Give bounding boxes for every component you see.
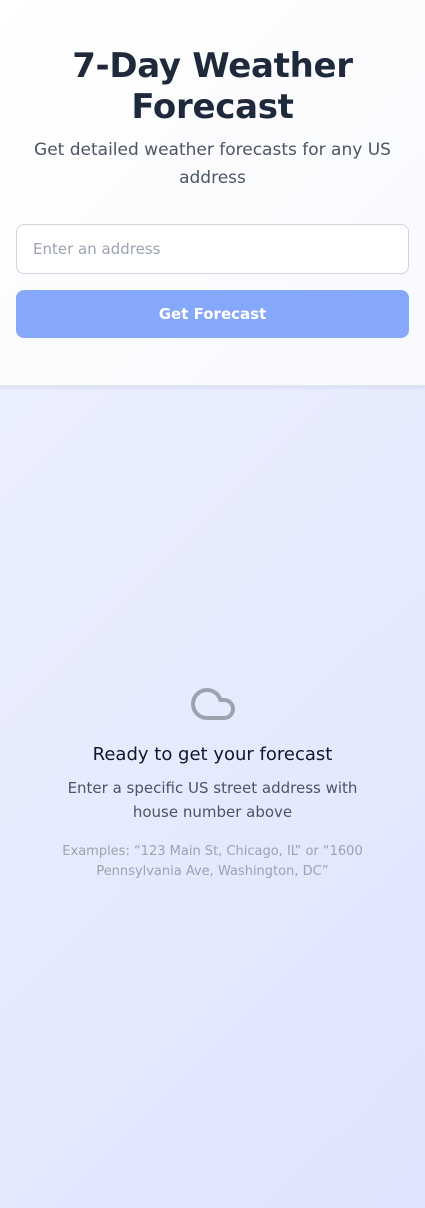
empty-state-description: Enter a specific US street address with … xyxy=(67,779,358,821)
page-subtitle: Get detailed weather forecasts for any U… xyxy=(34,140,391,188)
empty-state: Ready to get your forecast Enter a speci… xyxy=(0,680,425,879)
get-forecast-button[interactable]: Get Forecast xyxy=(16,290,409,338)
empty-state-title: Ready to get your forecast xyxy=(92,744,333,765)
empty-state-examples: Examples: “123 Main St, Chicago, IL” or … xyxy=(62,844,363,879)
page-title: 7-Day Weather Forecast xyxy=(72,46,353,127)
cloud-icon xyxy=(190,688,235,720)
header-panel: 7-Day Weather Forecast Get detailed weat… xyxy=(0,0,425,386)
address-input[interactable] xyxy=(16,224,409,274)
